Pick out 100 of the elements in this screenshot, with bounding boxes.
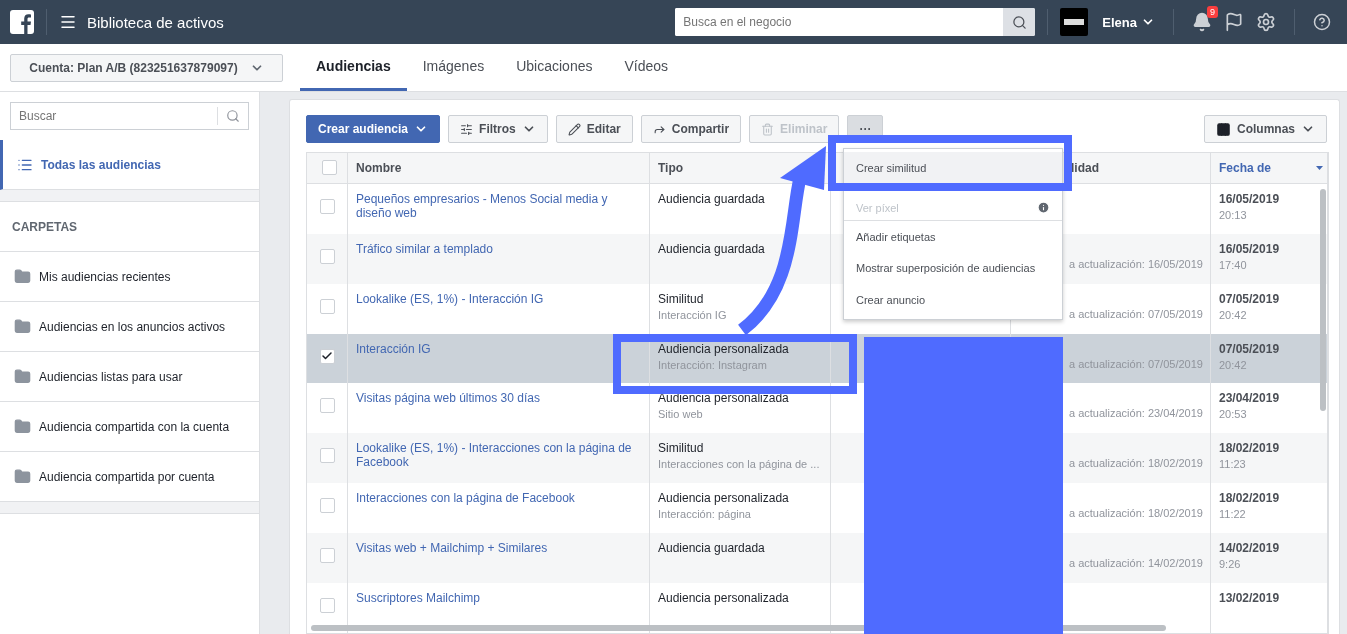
checkbox[interactable] bbox=[319, 498, 335, 514]
time-text: 20:42 bbox=[1219, 308, 1248, 321]
time-text: 20:42 bbox=[1219, 358, 1248, 371]
time-text: 11:22 bbox=[1219, 508, 1247, 521]
type-text: Audiencia guardada bbox=[658, 191, 766, 206]
time-text: 11:23 bbox=[1219, 458, 1247, 471]
filter-button[interactable]: Filtros bbox=[448, 115, 548, 143]
notification-badge: 9 bbox=[1207, 6, 1218, 18]
bell-icon[interactable] bbox=[1192, 12, 1212, 32]
update-text: a actualización: 14/02/2019 bbox=[1068, 557, 1202, 570]
time-text: 17:40 bbox=[1219, 258, 1248, 271]
type-text: Similitud bbox=[658, 291, 705, 306]
update-text: a actualización: 07/05/2019 bbox=[1068, 307, 1202, 320]
update-text: a actualización: 07/05/2019 bbox=[1068, 357, 1202, 370]
subtype-text: Sitio web bbox=[658, 408, 704, 421]
update-text: a actualización: 18/02/2019 bbox=[1068, 457, 1202, 470]
type-text: Audiencia guardada bbox=[658, 541, 766, 556]
tab[interactable]: Imágenes bbox=[406, 44, 501, 91]
folder-icon bbox=[14, 418, 31, 435]
checkbox[interactable] bbox=[319, 398, 335, 414]
edit-button[interactable]: Editar bbox=[555, 115, 633, 143]
date-text: 13/02/2019 bbox=[1219, 591, 1281, 606]
facebook-logo[interactable] bbox=[10, 10, 34, 34]
menu-icon[interactable] bbox=[59, 13, 77, 31]
type-text: Similitud bbox=[658, 441, 705, 456]
audience-name-link[interactable]: Lookalike (ES, 1%) - Interacciones con la página de Facebook bbox=[356, 441, 641, 470]
subtype-text: Interacciones con la página de ... bbox=[658, 458, 821, 471]
info-icon bbox=[1037, 201, 1050, 214]
time-text: 20:13 bbox=[1219, 208, 1248, 221]
update-text: a actualización: 23/04/2019 bbox=[1068, 407, 1202, 420]
folder-item[interactable]: Audiencias listas para usar bbox=[0, 352, 259, 402]
tab[interactable]: Ubicaciones bbox=[500, 44, 609, 91]
search-icon bbox=[1011, 14, 1027, 30]
folder-icon bbox=[14, 368, 31, 385]
time-text: 20:53 bbox=[1219, 408, 1248, 421]
menu-item[interactable]: Crear similitud bbox=[844, 152, 1062, 184]
app-title: Biblioteca de activos bbox=[87, 13, 224, 31]
menu-item[interactable]: Mostrar superposición de audiencias bbox=[844, 252, 1062, 284]
audience-name-link[interactable]: Visitas web + Mailchimp + Similares bbox=[356, 541, 641, 556]
pencil-icon bbox=[567, 122, 581, 136]
menu-item[interactable]: Añadir etiquetas bbox=[844, 220, 1062, 252]
columns-button[interactable]: Columnas bbox=[1204, 115, 1327, 143]
column-header[interactable]: lidad bbox=[1071, 160, 1099, 175]
folder-item[interactable]: Audiencias en los anuncios activos bbox=[0, 302, 259, 352]
account-avatar[interactable] bbox=[1060, 8, 1089, 36]
checkbox[interactable] bbox=[319, 348, 335, 364]
column-header[interactable]: Nombre bbox=[356, 160, 402, 175]
date-text: 23/04/2019 bbox=[1219, 391, 1281, 406]
audience-name-link[interactable]: Pequeños empresarios - Menos Social media y diseño web bbox=[356, 191, 641, 220]
sliders-icon bbox=[460, 122, 474, 136]
audience-name-link[interactable]: Visitas página web últimos 30 días bbox=[356, 391, 641, 406]
type-text: Audiencia personalizada bbox=[658, 341, 790, 356]
folder-icon bbox=[14, 318, 31, 335]
date-text: 07/05/2019 bbox=[1219, 341, 1281, 356]
settings-icon[interactable] bbox=[1256, 12, 1276, 32]
folder-icon bbox=[14, 268, 31, 285]
folder-icon bbox=[14, 468, 31, 485]
checkbox[interactable] bbox=[319, 298, 335, 314]
vertical-scrollbar[interactable] bbox=[1320, 189, 1326, 411]
date-text: 14/02/2019 bbox=[1219, 541, 1281, 556]
search-button[interactable] bbox=[1003, 8, 1036, 36]
account-selector[interactable]: Cuenta: Plan A/B (823251637879097) bbox=[10, 53, 283, 82]
subtype-text: Interacción IG bbox=[658, 308, 728, 321]
audience-name-link[interactable]: Suscriptores Mailchimp bbox=[356, 591, 641, 606]
type-text: Audiencia personalizada bbox=[658, 591, 790, 606]
flag-icon[interactable] bbox=[1224, 12, 1244, 32]
subtype-text: Interacción: página bbox=[658, 508, 752, 521]
folder-item[interactable]: Audiencia compartida con la cuenta bbox=[0, 402, 259, 452]
tab[interactable]: Audiencias bbox=[300, 44, 407, 91]
type-text: Audiencia personalizada bbox=[658, 491, 790, 506]
checkbox[interactable] bbox=[319, 598, 335, 614]
audience-name-link[interactable]: Interacción IG bbox=[356, 341, 641, 356]
date-text: 07/05/2019 bbox=[1219, 291, 1281, 306]
checkbox[interactable] bbox=[319, 548, 335, 564]
menu-item[interactable]: Crear anuncio bbox=[844, 284, 1062, 316]
date-text: 18/02/2019 bbox=[1219, 441, 1281, 456]
checkbox[interactable] bbox=[319, 248, 335, 264]
help-icon[interactable] bbox=[1313, 13, 1331, 31]
create-audience-button[interactable]: Crear audiencia bbox=[306, 115, 441, 143]
column-header[interactable]: Fecha de bbox=[1219, 160, 1272, 175]
checkbox[interactable] bbox=[319, 198, 335, 214]
tab[interactable]: Vídeos bbox=[608, 44, 685, 91]
user-menu-button[interactable]: Elena bbox=[1096, 13, 1161, 31]
type-text: Audiencia guardada bbox=[658, 241, 766, 256]
type-text: Audiencia personalizada bbox=[658, 391, 790, 406]
search-icon bbox=[226, 109, 240, 123]
audience-name-link[interactable]: Interacciones con la página de Facebook bbox=[356, 491, 641, 506]
sort-caret-icon bbox=[1316, 165, 1323, 170]
column-header[interactable]: Tipo bbox=[658, 160, 684, 175]
audience-name-link[interactable]: Lookalike (ES, 1%) - Interacción IG bbox=[356, 291, 641, 306]
checkbox[interactable] bbox=[319, 448, 335, 464]
time-text: 9:26 bbox=[1219, 558, 1242, 571]
date-text: 16/05/2019 bbox=[1219, 191, 1281, 206]
checkbox[interactable] bbox=[321, 160, 337, 176]
share-button[interactable]: Compartir bbox=[640, 115, 742, 143]
search-box[interactable]: Buscar bbox=[10, 102, 249, 130]
update-text: a actualización: 18/02/2019 bbox=[1068, 507, 1202, 520]
trash-icon bbox=[761, 122, 775, 136]
folder-item[interactable]: Mis audiencias recientes bbox=[0, 252, 259, 302]
audience-name-link[interactable]: Tráfico similar a templado bbox=[356, 241, 641, 256]
